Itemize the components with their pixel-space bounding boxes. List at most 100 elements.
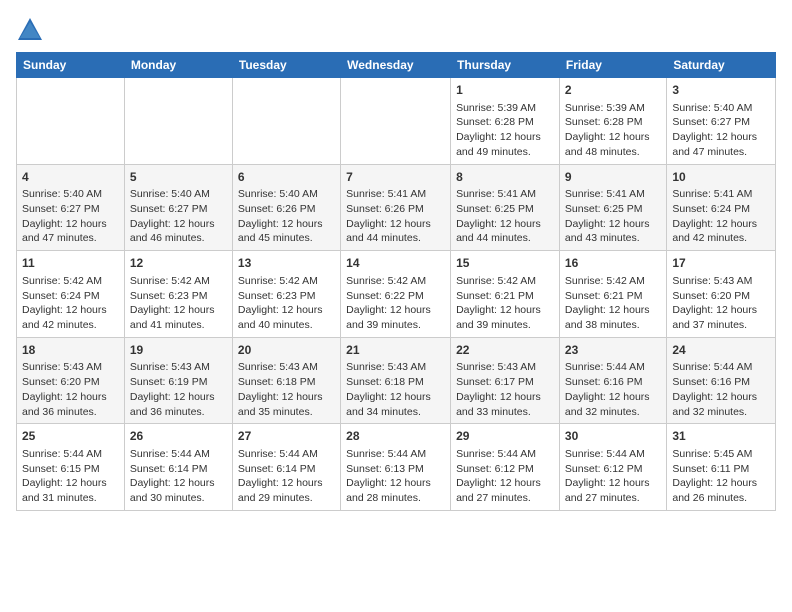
day-info: Sunrise: 5:42 AM Sunset: 6:23 PM Dayligh…	[130, 275, 215, 331]
day-info: Sunrise: 5:44 AM Sunset: 6:16 PM Dayligh…	[565, 361, 650, 417]
calendar-table: SundayMondayTuesdayWednesdayThursdayFrid…	[16, 52, 776, 511]
day-info: Sunrise: 5:44 AM Sunset: 6:15 PM Dayligh…	[22, 448, 107, 504]
day-number: 1	[456, 82, 554, 99]
day-number: 3	[672, 82, 770, 99]
day-number: 4	[22, 169, 119, 186]
column-header-thursday: Thursday	[451, 53, 560, 78]
day-number: 29	[456, 428, 554, 445]
day-info: Sunrise: 5:44 AM Sunset: 6:14 PM Dayligh…	[130, 448, 215, 504]
calendar-cell	[17, 78, 125, 165]
calendar-week-2: 4 Sunrise: 5:40 AM Sunset: 6:27 PM Daylig…	[17, 164, 776, 251]
day-info: Sunrise: 5:40 AM Sunset: 6:26 PM Dayligh…	[238, 188, 323, 244]
day-info: Sunrise: 5:44 AM Sunset: 6:12 PM Dayligh…	[565, 448, 650, 504]
page-header	[16, 16, 776, 44]
day-info: Sunrise: 5:42 AM Sunset: 6:24 PM Dayligh…	[22, 275, 107, 331]
calendar-cell: 31 Sunrise: 5:45 AM Sunset: 6:11 PM Dayli…	[667, 424, 776, 511]
day-info: Sunrise: 5:45 AM Sunset: 6:11 PM Dayligh…	[672, 448, 757, 504]
day-number: 19	[130, 342, 227, 359]
calendar-cell: 29 Sunrise: 5:44 AM Sunset: 6:12 PM Dayli…	[451, 424, 560, 511]
day-number: 8	[456, 169, 554, 186]
calendar-cell: 6 Sunrise: 5:40 AM Sunset: 6:26 PM Daylig…	[232, 164, 340, 251]
calendar-cell: 24 Sunrise: 5:44 AM Sunset: 6:16 PM Dayli…	[667, 337, 776, 424]
day-number: 2	[565, 82, 661, 99]
day-info: Sunrise: 5:43 AM Sunset: 6:18 PM Dayligh…	[238, 361, 323, 417]
calendar-week-5: 25 Sunrise: 5:44 AM Sunset: 6:15 PM Dayli…	[17, 424, 776, 511]
day-info: Sunrise: 5:40 AM Sunset: 6:27 PM Dayligh…	[130, 188, 215, 244]
calendar-cell: 20 Sunrise: 5:43 AM Sunset: 6:18 PM Dayli…	[232, 337, 340, 424]
day-number: 18	[22, 342, 119, 359]
column-header-monday: Monday	[124, 53, 232, 78]
calendar-cell: 21 Sunrise: 5:43 AM Sunset: 6:18 PM Dayli…	[341, 337, 451, 424]
calendar-week-4: 18 Sunrise: 5:43 AM Sunset: 6:20 PM Dayli…	[17, 337, 776, 424]
day-number: 22	[456, 342, 554, 359]
logo	[16, 16, 48, 44]
day-info: Sunrise: 5:43 AM Sunset: 6:20 PM Dayligh…	[672, 275, 757, 331]
day-number: 25	[22, 428, 119, 445]
calendar-cell: 22 Sunrise: 5:43 AM Sunset: 6:17 PM Dayli…	[451, 337, 560, 424]
calendar-cell: 18 Sunrise: 5:43 AM Sunset: 6:20 PM Dayli…	[17, 337, 125, 424]
day-number: 14	[346, 255, 445, 272]
day-number: 12	[130, 255, 227, 272]
day-info: Sunrise: 5:43 AM Sunset: 6:17 PM Dayligh…	[456, 361, 541, 417]
calendar-cell: 11 Sunrise: 5:42 AM Sunset: 6:24 PM Dayli…	[17, 251, 125, 338]
calendar-cell: 3 Sunrise: 5:40 AM Sunset: 6:27 PM Daylig…	[667, 78, 776, 165]
day-number: 16	[565, 255, 661, 272]
calendar-cell	[341, 78, 451, 165]
day-number: 30	[565, 428, 661, 445]
day-number: 31	[672, 428, 770, 445]
calendar-week-1: 1 Sunrise: 5:39 AM Sunset: 6:28 PM Daylig…	[17, 78, 776, 165]
calendar-cell: 7 Sunrise: 5:41 AM Sunset: 6:26 PM Daylig…	[341, 164, 451, 251]
day-number: 28	[346, 428, 445, 445]
calendar-header-row: SundayMondayTuesdayWednesdayThursdayFrid…	[17, 53, 776, 78]
day-info: Sunrise: 5:43 AM Sunset: 6:19 PM Dayligh…	[130, 361, 215, 417]
calendar-cell: 1Sunrise: 5:39 AM Sunset: 6:28 PM Daylig…	[451, 78, 560, 165]
calendar-cell: 23 Sunrise: 5:44 AM Sunset: 6:16 PM Dayli…	[559, 337, 666, 424]
column-header-saturday: Saturday	[667, 53, 776, 78]
calendar-cell: 17 Sunrise: 5:43 AM Sunset: 6:20 PM Dayli…	[667, 251, 776, 338]
day-info: Sunrise: 5:43 AM Sunset: 6:20 PM Dayligh…	[22, 361, 107, 417]
day-info: Sunrise: 5:42 AM Sunset: 6:21 PM Dayligh…	[565, 275, 650, 331]
day-info: Sunrise: 5:40 AM Sunset: 6:27 PM Dayligh…	[672, 102, 757, 158]
logo-icon	[16, 16, 44, 44]
day-info: Sunrise: 5:44 AM Sunset: 6:16 PM Dayligh…	[672, 361, 757, 417]
day-info: Sunrise: 5:43 AM Sunset: 6:18 PM Dayligh…	[346, 361, 431, 417]
column-header-sunday: Sunday	[17, 53, 125, 78]
column-header-wednesday: Wednesday	[341, 53, 451, 78]
calendar-cell: 8 Sunrise: 5:41 AM Sunset: 6:25 PM Daylig…	[451, 164, 560, 251]
day-number: 17	[672, 255, 770, 272]
calendar-cell: 13Sunrise: 5:42 AM Sunset: 6:23 PM Dayli…	[232, 251, 340, 338]
day-info: Sunrise: 5:41 AM Sunset: 6:25 PM Dayligh…	[456, 188, 541, 244]
calendar-cell: 15Sunrise: 5:42 AM Sunset: 6:21 PM Dayli…	[451, 251, 560, 338]
day-number: 7	[346, 169, 445, 186]
day-info: Sunrise: 5:44 AM Sunset: 6:14 PM Dayligh…	[238, 448, 323, 504]
calendar-cell: 9Sunrise: 5:41 AM Sunset: 6:25 PM Daylig…	[559, 164, 666, 251]
day-number: 23	[565, 342, 661, 359]
calendar-cell: 10 Sunrise: 5:41 AM Sunset: 6:24 PM Dayli…	[667, 164, 776, 251]
day-number: 21	[346, 342, 445, 359]
day-number: 20	[238, 342, 335, 359]
day-number: 10	[672, 169, 770, 186]
calendar-cell: 4Sunrise: 5:40 AM Sunset: 6:27 PM Daylig…	[17, 164, 125, 251]
day-number: 27	[238, 428, 335, 445]
calendar-cell: 26 Sunrise: 5:44 AM Sunset: 6:14 PM Dayli…	[124, 424, 232, 511]
day-info: Sunrise: 5:39 AM Sunset: 6:28 PM Dayligh…	[565, 102, 650, 158]
calendar-cell: 25 Sunrise: 5:44 AM Sunset: 6:15 PM Dayli…	[17, 424, 125, 511]
day-number: 6	[238, 169, 335, 186]
day-number: 11	[22, 255, 119, 272]
column-header-friday: Friday	[559, 53, 666, 78]
calendar-cell	[232, 78, 340, 165]
day-info: Sunrise: 5:41 AM Sunset: 6:24 PM Dayligh…	[672, 188, 757, 244]
day-number: 5	[130, 169, 227, 186]
column-header-tuesday: Tuesday	[232, 53, 340, 78]
day-info: Sunrise: 5:44 AM Sunset: 6:13 PM Dayligh…	[346, 448, 431, 504]
calendar-cell: 12 Sunrise: 5:42 AM Sunset: 6:23 PM Dayli…	[124, 251, 232, 338]
day-info: Sunrise: 5:41 AM Sunset: 6:26 PM Dayligh…	[346, 188, 431, 244]
day-number: 26	[130, 428, 227, 445]
calendar-cell: 5 Sunrise: 5:40 AM Sunset: 6:27 PM Daylig…	[124, 164, 232, 251]
calendar-cell: 2 Sunrise: 5:39 AM Sunset: 6:28 PM Daylig…	[559, 78, 666, 165]
calendar-cell: 28 Sunrise: 5:44 AM Sunset: 6:13 PM Dayli…	[341, 424, 451, 511]
day-number: 24	[672, 342, 770, 359]
calendar-cell: 27 Sunrise: 5:44 AM Sunset: 6:14 PM Dayli…	[232, 424, 340, 511]
day-info: Sunrise: 5:44 AM Sunset: 6:12 PM Dayligh…	[456, 448, 541, 504]
day-info: Sunrise: 5:42 AM Sunset: 6:21 PM Dayligh…	[456, 275, 541, 331]
